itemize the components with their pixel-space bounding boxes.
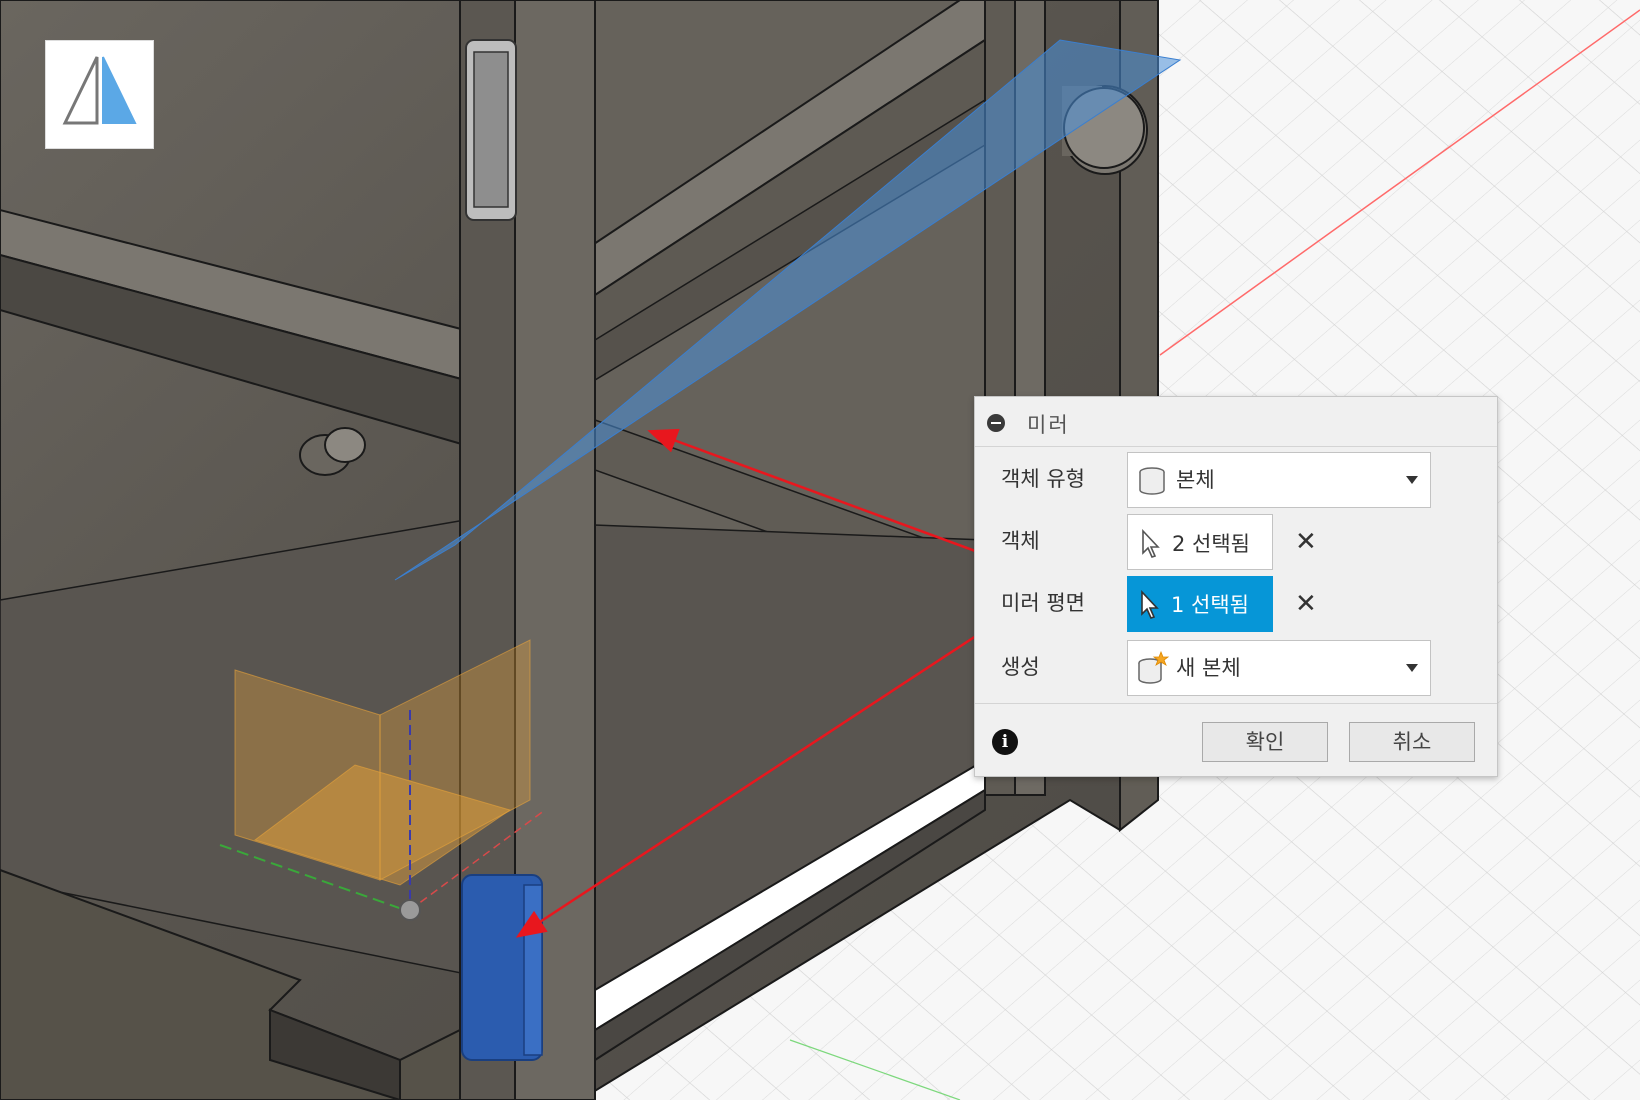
object-type-value: 본체 (1176, 468, 1215, 492)
chevron-down-icon (1406, 476, 1418, 484)
dialog-header[interactable]: 미러 (975, 397, 1497, 447)
cancel-button[interactable]: 취소 (1349, 722, 1475, 762)
selected-hinge-body[interactable] (461, 874, 543, 1061)
dialog-footer: i 확인 취소 (975, 703, 1497, 778)
objects-label: 객체 (1001, 529, 1040, 553)
new-body-icon (1138, 651, 1170, 684)
mirror-plane-label: 미러 평면 (1001, 591, 1085, 615)
collapse-icon[interactable] (987, 414, 1005, 432)
clear-mirror-plane-icon[interactable]: ✕ (1295, 591, 1317, 617)
ok-button[interactable]: 확인 (1202, 722, 1328, 762)
create-value: 새 본체 (1176, 656, 1241, 680)
chevron-down-icon (1406, 664, 1418, 672)
object-type-label: 객체 유형 (1001, 467, 1085, 491)
body-cylinder-icon (1139, 467, 1165, 495)
mirror-triangles-icon (62, 56, 137, 125)
mirror-tool-icon[interactable] (45, 40, 154, 149)
dialog-title: 미러 (1027, 413, 1070, 437)
cursor-arrow-icon (1141, 590, 1159, 619)
info-icon[interactable]: i (992, 729, 1018, 755)
cursor-arrow-icon (1142, 529, 1160, 558)
clear-objects-icon[interactable]: ✕ (1295, 529, 1317, 555)
object-type-dropdown[interactable]: 본체 (1127, 452, 1431, 508)
create-dropdown[interactable]: 새 본체 (1127, 640, 1431, 696)
mirror-plane-select-value: 1 선택됨 (1171, 593, 1249, 617)
mirror-plane-select-button[interactable]: 1 선택됨 (1127, 576, 1273, 632)
mirror-dialog: 미러 객체 유형 본체 객체 2 선택됨 ✕ 미러 평면 1 선택됨 ✕ 생성 (974, 396, 1498, 777)
create-label: 생성 (1001, 655, 1040, 679)
objects-select-value: 2 선택됨 (1172, 532, 1250, 556)
objects-select-button[interactable]: 2 선택됨 (1127, 514, 1273, 570)
